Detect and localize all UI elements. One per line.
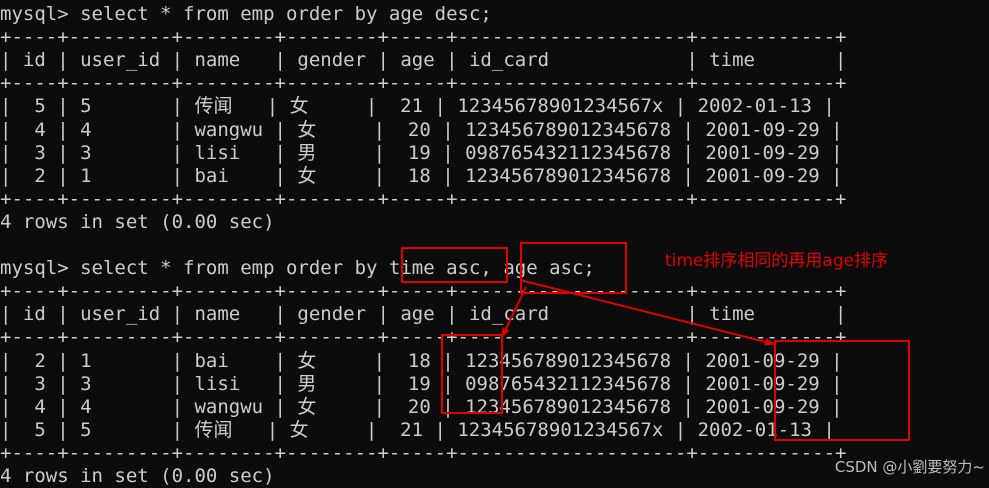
terminal-line: 4 rows in set (0.00 sec) xyxy=(0,210,275,233)
terminal-line: +----+---------+--------+--------+-----+… xyxy=(0,441,847,464)
annotation-note: time排序相同的再用age排序 xyxy=(665,251,889,271)
terminal-line: +----+---------+--------+--------+-----+… xyxy=(0,326,847,349)
terminal-line: | 5 | 5 | 传闻 | 女 | 21 | 1234567890123456… xyxy=(0,95,835,118)
terminal-line: | 3 | 3 | lisi | 男 | 19 | 09876543211234… xyxy=(0,372,843,395)
terminal-line: +----+---------+--------+--------+-----+… xyxy=(0,26,847,49)
terminal-line: | 2 | 1 | bai | 女 | 18 | 123456789012345… xyxy=(0,164,843,187)
terminal-line: | id | user_id | name | gender | age | i… xyxy=(0,49,847,72)
terminal-line: | 4 | 4 | wangwu | 女 | 20 | 123456789012… xyxy=(0,395,843,418)
terminal-line: | 5 | 5 | 传闻 | 女 | 21 | 1234567890123456… xyxy=(0,418,835,441)
terminal-line: | 3 | 3 | lisi | 男 | 19 | 09876543211234… xyxy=(0,141,843,164)
terminal-line: +----+---------+--------+--------+-----+… xyxy=(0,187,847,210)
highlight-box-time-asc xyxy=(401,247,508,283)
highlight-box-age-asc xyxy=(520,242,627,294)
terminal-line: | 2 | 1 | bai | 女 | 18 | 123456789012345… xyxy=(0,349,843,372)
highlight-box-time-column xyxy=(774,340,910,441)
terminal-line: +----+---------+--------+--------+-----+… xyxy=(0,280,847,303)
terminal-line: | 4 | 4 | wangwu | 女 | 20 | 123456789012… xyxy=(0,118,843,141)
highlight-box-age-column xyxy=(441,334,503,414)
terminal-line: mysql> select * from emp order by age de… xyxy=(0,3,492,25)
terminal-line: | id | user_id | name | gender | age | i… xyxy=(0,303,847,326)
watermark: CSDN @小劉要努力~ xyxy=(834,458,985,476)
terminal-line: +----+---------+--------+--------+-----+… xyxy=(0,72,847,95)
